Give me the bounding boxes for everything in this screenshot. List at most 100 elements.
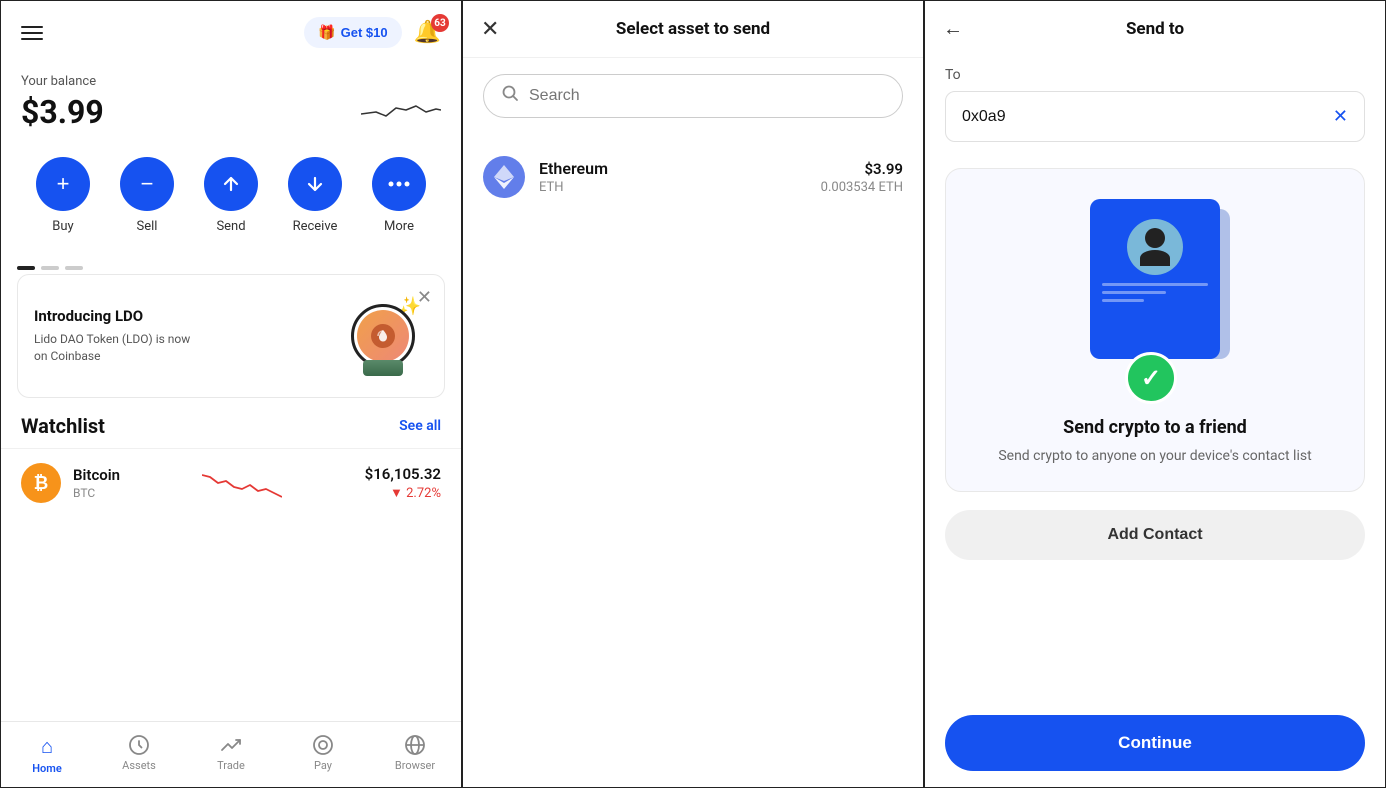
- left-header: 🎁 Get $10 🔔 63: [1, 1, 461, 64]
- bitcoin-price: $16,105.32: [365, 465, 441, 483]
- bitcoin-list-item[interactable]: ₿ Bitcoin BTC $16,105.32 ▼ 2.72%: [1, 448, 461, 517]
- id-line-3: [1102, 299, 1144, 302]
- check-mark-icon: ✓: [1141, 364, 1161, 392]
- bitcoin-icon: ₿: [21, 463, 61, 503]
- middle-title: Select asset to send: [616, 19, 770, 39]
- avatar-head: [1145, 228, 1165, 248]
- clear-address-button[interactable]: ✕: [1333, 106, 1348, 127]
- pay-nav-label: Pay: [314, 759, 332, 772]
- sell-button-wrap: − Sell: [120, 157, 174, 234]
- notifications-button[interactable]: 🔔 63: [414, 20, 441, 45]
- id-avatar: [1127, 219, 1183, 275]
- send-button-wrap: Send: [204, 157, 258, 234]
- continue-button[interactable]: Continue: [945, 715, 1365, 771]
- watchlist-header: Watchlist See all: [1, 398, 461, 448]
- sell-button[interactable]: −: [120, 157, 174, 211]
- more-label: More: [384, 219, 414, 234]
- id-lines: [1102, 283, 1208, 307]
- receive-label: Receive: [293, 219, 338, 234]
- dot-active: [17, 266, 35, 270]
- id-line-2: [1102, 291, 1166, 294]
- buy-button[interactable]: +: [36, 157, 90, 211]
- search-container: [463, 58, 923, 134]
- pay-icon: [312, 734, 334, 756]
- balance-amount: $3.99: [21, 93, 104, 131]
- get-money-button[interactable]: 🎁 Get $10: [304, 17, 401, 48]
- action-buttons: + Buy − Sell Send Receive: [1, 149, 461, 254]
- send-button[interactable]: [204, 157, 258, 211]
- gift-icon: 🎁: [318, 24, 335, 41]
- menu-button[interactable]: [21, 26, 43, 40]
- trade-icon: [220, 734, 242, 756]
- add-contact-area: Add Contact: [925, 502, 1385, 560]
- ethereum-asset-item[interactable]: Ethereum ETH $3.99 0.003534 ETH: [463, 142, 923, 212]
- promo-title: Introducing LDO: [34, 307, 204, 325]
- ldo-circle: [351, 304, 415, 368]
- nav-trade[interactable]: Trade: [185, 730, 277, 779]
- to-label: To: [945, 67, 1365, 83]
- id-card: [1090, 199, 1220, 359]
- middle-header: ✕ Select asset to send: [463, 1, 923, 58]
- assets-icon: [128, 734, 150, 756]
- more-icon: [388, 180, 410, 188]
- nav-home[interactable]: ⌂ Home: [1, 730, 93, 779]
- bitcoin-name: Bitcoin: [73, 466, 120, 484]
- dot-inactive-2: [65, 266, 83, 270]
- right-header: ← Send to: [925, 1, 1385, 57]
- ethereum-usd: $3.99: [821, 160, 903, 178]
- buy-button-wrap: + Buy: [36, 157, 90, 234]
- to-address-input[interactable]: [962, 108, 1333, 126]
- search-input[interactable]: [529, 87, 884, 105]
- back-button[interactable]: ←: [943, 18, 963, 41]
- trade-nav-label: Trade: [217, 759, 245, 772]
- bitcoin-change: ▼ 2.72%: [365, 485, 441, 501]
- search-icon: [502, 85, 519, 107]
- watchlist-title: Watchlist: [21, 414, 105, 438]
- promo-text: Introducing LDO Lido DAO Token (LDO) is …: [34, 307, 204, 365]
- nav-browser[interactable]: Browser: [369, 730, 461, 779]
- see-all-button[interactable]: See all: [399, 418, 441, 434]
- header-right: 🎁 Get $10 🔔 63: [304, 17, 441, 48]
- left-panel: 🎁 Get $10 🔔 63 Your balance $3.99 + Buy …: [0, 0, 462, 788]
- ethereum-info: Ethereum ETH: [539, 159, 821, 195]
- banner-dots: [1, 254, 461, 274]
- receive-button-wrap: Receive: [288, 157, 342, 234]
- bitcoin-chart: [120, 465, 365, 501]
- more-button-wrap: More: [372, 157, 426, 234]
- nav-assets[interactable]: Assets: [93, 730, 185, 779]
- notification-badge: 63: [431, 14, 449, 32]
- friend-card-description: Send crypto to anyone on your device's c…: [998, 446, 1311, 467]
- check-circle: ✓: [1125, 352, 1177, 404]
- home-icon: ⌂: [41, 734, 53, 759]
- receive-button[interactable]: [288, 157, 342, 211]
- continue-btn-area: Continue: [925, 699, 1385, 787]
- friend-illustration: ✓: [1065, 199, 1245, 399]
- balance-row: $3.99: [21, 93, 441, 131]
- more-button[interactable]: [372, 157, 426, 211]
- sell-label: Sell: [137, 219, 158, 234]
- get-label: Get $10: [341, 25, 388, 40]
- friend-card: ✓ Send crypto to a friend Send crypto to…: [945, 168, 1365, 492]
- balance-section: Your balance $3.99: [1, 64, 461, 149]
- add-contact-button[interactable]: Add Contact: [945, 510, 1365, 560]
- nav-pay[interactable]: Pay: [277, 730, 369, 779]
- close-button[interactable]: ✕: [481, 16, 499, 42]
- balance-label: Your balance: [21, 74, 441, 89]
- bitcoin-values: $16,105.32 ▼ 2.72%: [365, 465, 441, 501]
- ldo-token-icon: [357, 310, 409, 362]
- send-icon: [220, 173, 242, 195]
- dot-inactive-1: [41, 266, 59, 270]
- receive-icon: [304, 173, 326, 195]
- bitcoin-symbol: BTC: [73, 486, 120, 500]
- buy-label: Buy: [52, 219, 73, 234]
- ethereum-crypto: 0.003534 ETH: [821, 180, 903, 195]
- right-panel: ← Send to To ✕: [924, 0, 1386, 788]
- balance-sparkline: [361, 94, 441, 130]
- assets-nav-label: Assets: [122, 759, 156, 772]
- id-line-1: [1102, 283, 1208, 286]
- ethereum-symbol: ETH: [539, 180, 821, 195]
- middle-panel: ✕ Select asset to send Ether: [462, 0, 924, 788]
- promo-banner: ✕ Introducing LDO Lido DAO Token (LDO) i…: [17, 274, 445, 398]
- send-to-section: To ✕: [925, 57, 1385, 158]
- send-label: Send: [216, 219, 245, 234]
